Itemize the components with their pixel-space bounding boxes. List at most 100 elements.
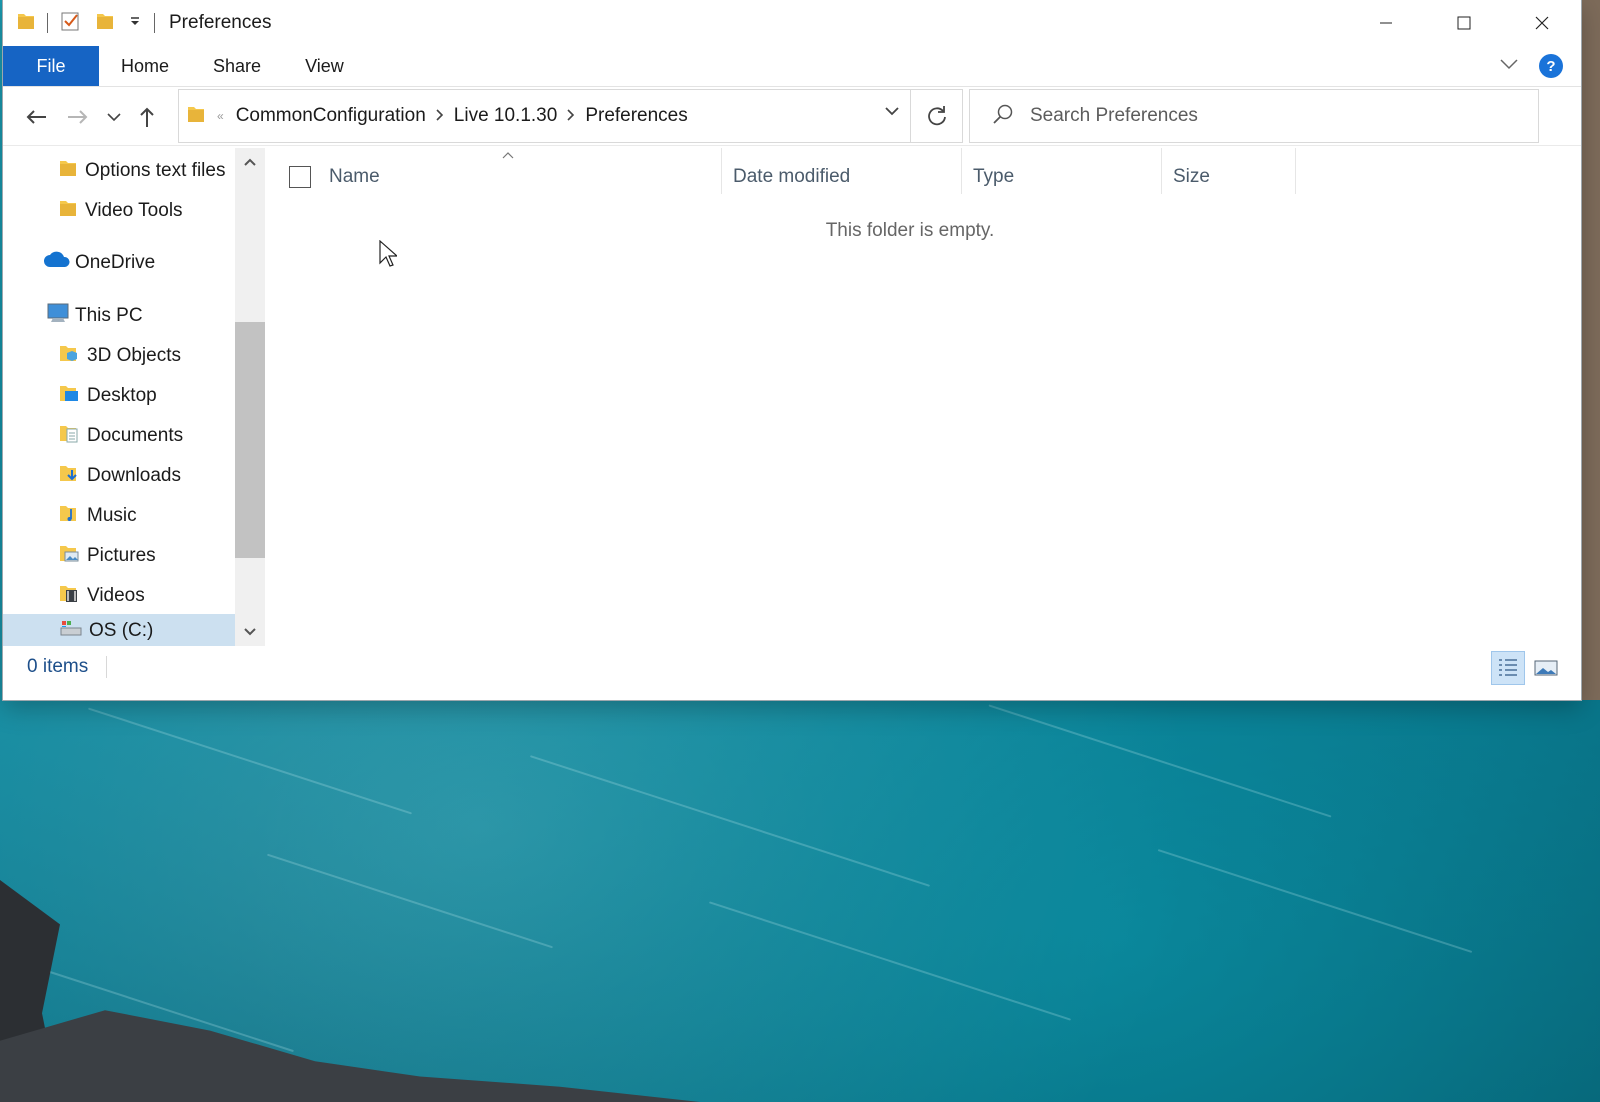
nav-item-desktop[interactable]: Desktop: [59, 379, 157, 413]
tab-view[interactable]: View: [283, 46, 366, 86]
ribbon-right-controls: ?: [1499, 46, 1581, 86]
column-header-select-all[interactable]: [289, 156, 311, 198]
breadcrumb-item-current[interactable]: Preferences: [585, 105, 687, 127]
view-switcher: [1491, 651, 1563, 685]
column-divider[interactable]: [721, 148, 722, 194]
column-header-label: Size: [1173, 166, 1210, 187]
breadcrumb-item[interactable]: CommonConfiguration: [236, 105, 426, 127]
folder-icon: [17, 11, 35, 36]
expand-ribbon-chevron-icon[interactable]: [1499, 57, 1519, 75]
nav-item-downloads[interactable]: Downloads: [59, 459, 181, 493]
folder-icon: [59, 198, 77, 224]
nav-item-os-c[interactable]: OS (C:): [3, 614, 235, 646]
file-list: Name Date modified Type Size This folder…: [265, 148, 1581, 646]
nav-item-documents[interactable]: Documents: [59, 419, 183, 453]
nav-item-this-pc[interactable]: This PC: [45, 299, 143, 333]
folder-icon: [187, 104, 205, 129]
column-header-label: Date modified: [733, 166, 851, 187]
search-input[interactable]: [1030, 105, 1510, 127]
large-icons-view-button[interactable]: [1529, 651, 1563, 685]
column-header-date-modified[interactable]: Date modified: [733, 156, 963, 198]
status-bar: 0 items: [3, 648, 1581, 686]
tab-home[interactable]: Home: [99, 46, 191, 86]
refresh-button[interactable]: [910, 90, 962, 142]
tab-share[interactable]: Share: [191, 46, 283, 86]
nav-item-onedrive[interactable]: OneDrive: [43, 246, 155, 280]
nav-item-label: Desktop: [87, 385, 157, 406]
breadcrumb-item[interactable]: Live 10.1.30: [454, 105, 558, 127]
breadcrumb-separator-icon[interactable]: [567, 108, 575, 124]
downloads-folder-icon: [59, 463, 79, 489]
forward-button[interactable]: [57, 109, 99, 125]
ribbon-tabs: File Home Share View ?: [3, 46, 1581, 87]
new-folder-icon[interactable]: [96, 11, 114, 36]
column-header-size[interactable]: Size: [1173, 156, 1297, 198]
help-button[interactable]: ?: [1539, 54, 1563, 78]
title-bar: Preferences: [3, 0, 1581, 46]
nav-item-videos[interactable]: Videos: [59, 579, 145, 613]
mouse-cursor-icon: [379, 239, 399, 273]
rock-bottom: [0, 1010, 700, 1102]
sort-ascending-icon: [501, 148, 515, 166]
window-title: Preferences: [169, 12, 272, 33]
pictures-folder-icon: [59, 543, 79, 569]
item-count: 0 items: [27, 656, 89, 677]
drive-icon: [59, 618, 83, 644]
this-pc-icon: [45, 302, 71, 330]
details-view-button[interactable]: [1491, 651, 1525, 685]
maximize-button[interactable]: [1425, 0, 1503, 46]
window-controls: [1347, 0, 1581, 46]
nav-item-label: Music: [87, 505, 137, 526]
scroll-up-arrow-icon[interactable]: [235, 150, 265, 174]
nav-item-music[interactable]: Music: [59, 499, 137, 533]
nav-item-label: OneDrive: [75, 252, 156, 273]
properties-icon[interactable]: [60, 10, 82, 37]
nav-item-label: Video Tools: [85, 200, 183, 221]
status-separator: [106, 656, 108, 678]
breadcrumb-separator-icon[interactable]: [436, 108, 444, 124]
music-folder-icon: [59, 503, 79, 529]
nav-item-video-tools[interactable]: Video Tools: [59, 194, 183, 228]
breadcrumb: CommonConfiguration Live 10.1.30 Prefere…: [236, 105, 688, 127]
column-divider[interactable]: [1295, 148, 1296, 194]
select-all-checkbox[interactable]: [289, 166, 311, 188]
nav-item-3d-objects[interactable]: 3D Objects: [59, 339, 181, 373]
nav-item-label: Downloads: [87, 465, 181, 486]
address-bar[interactable]: « CommonConfiguration Live 10.1.30 Prefe…: [178, 89, 963, 143]
toolbar-separator: [154, 13, 155, 33]
minimize-button[interactable]: [1347, 0, 1425, 46]
tab-file[interactable]: File: [3, 46, 99, 86]
back-button[interactable]: [15, 109, 57, 125]
scroll-down-arrow-icon[interactable]: [235, 620, 265, 644]
address-history-dropdown-icon[interactable]: [884, 104, 900, 122]
scrollbar-thumb[interactable]: [235, 322, 265, 558]
customize-toolbar-chevron-icon[interactable]: [128, 14, 142, 33]
nav-item-label: This PC: [75, 305, 143, 326]
nav-pane-scrollbar[interactable]: [235, 148, 265, 646]
file-explorer-window: Preferences File Home Share View ? « Com…: [3, 0, 1581, 700]
column-divider[interactable]: [961, 148, 962, 194]
navigation-bar: « CommonConfiguration Live 10.1.30 Prefe…: [3, 88, 1581, 146]
onedrive-icon: [43, 251, 71, 275]
nav-item-pictures[interactable]: Pictures: [59, 539, 156, 573]
empty-folder-message: This folder is empty.: [825, 220, 995, 241]
nav-item-label: Videos: [87, 585, 145, 606]
search-box[interactable]: [969, 89, 1539, 143]
folder-icon: [59, 158, 77, 184]
column-header-label: Name: [329, 166, 380, 187]
hidden-path-chevron-icon[interactable]: «: [217, 109, 224, 123]
column-header-type[interactable]: Type: [973, 156, 1163, 198]
toolbar-separator: [47, 13, 48, 33]
column-header-label: Type: [973, 166, 1015, 187]
recent-locations-button[interactable]: [99, 112, 129, 122]
search-icon: [992, 103, 1014, 130]
quick-access-toolbar: [17, 10, 167, 37]
up-button[interactable]: [129, 106, 165, 128]
column-header-name[interactable]: Name: [329, 156, 721, 198]
nav-item-label: 3D Objects: [87, 345, 181, 366]
videos-folder-icon: [59, 583, 79, 609]
nav-item-options-text-files[interactable]: Options text files: [59, 154, 225, 188]
column-divider[interactable]: [1161, 148, 1162, 194]
nav-item-label: Documents: [87, 425, 184, 446]
close-button[interactable]: [1503, 0, 1581, 46]
